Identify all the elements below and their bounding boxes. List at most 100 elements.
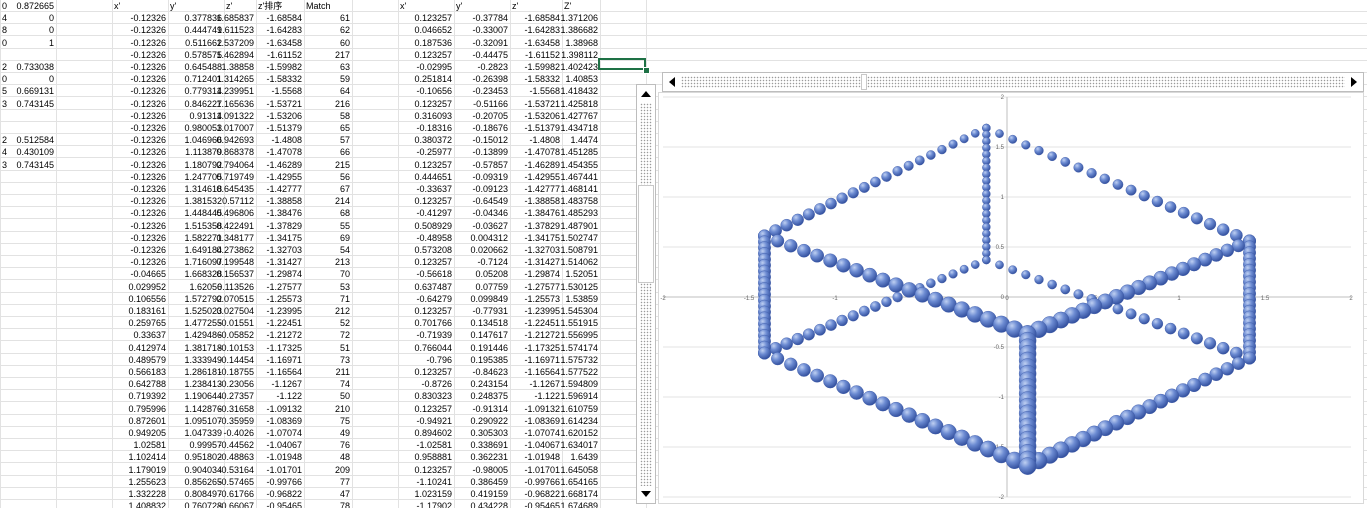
column-header[interactable]: z' [512,0,564,12]
table-cell[interactable]: -0.44475 [454,49,508,61]
table-cell[interactable]: -0.71939 [398,329,452,341]
table-cell[interactable]: 0.248375 [454,390,508,402]
cell-b[interactable]: 0.512584 [0,134,54,146]
table-cell[interactable]: 1.508791 [558,244,598,256]
table-cell[interactable]: 212 [304,305,350,317]
arrow-down-icon[interactable] [637,486,655,502]
table-cell[interactable]: 1.4474 [558,134,598,146]
table-cell[interactable]: -0.64549 [454,195,508,207]
table-cell[interactable]: -0.14454 [200,354,254,366]
vertical-scrollbar[interactable] [636,84,656,504]
table-cell[interactable]: 1.102414 [112,451,166,463]
table-cell[interactable]: -1.42955 [256,171,302,183]
table-cell[interactable]: 60 [304,37,350,49]
table-cell[interactable]: 0.412974 [112,342,166,354]
table-cell[interactable]: -0.12326 [112,85,166,97]
table-cell[interactable]: 1.551915 [558,317,598,329]
scatter-chart[interactable]: -2-1.5-1-0.500.511.5221.510.50-0.5-1-1.5… [658,92,1364,504]
table-cell[interactable]: -0.01551 [200,317,254,329]
table-cell[interactable]: -0.05852 [200,329,254,341]
table-cell[interactable]: -0.33637 [398,183,452,195]
table-cell[interactable]: 1.614234 [558,415,598,427]
table-cell[interactable]: 1.017007 [200,122,254,134]
table-cell[interactable]: 0.123257 [398,403,452,415]
table-cell[interactable]: 0.187536 [398,37,452,49]
table-cell[interactable]: -1.09132 [508,403,560,415]
table-cell[interactable]: 51 [304,342,350,354]
table-cell[interactable]: 0.07759 [454,281,508,293]
table-cell[interactable]: -1.01701 [256,464,302,476]
table-cell[interactable]: -1.29874 [256,268,302,280]
table-cell[interactable]: -1.1267 [256,378,302,390]
table-cell[interactable]: -0.20705 [454,110,508,122]
table-cell[interactable]: -1.46289 [508,159,560,171]
table-cell[interactable]: 1.427767 [558,110,598,122]
table-cell[interactable]: -0.12326 [112,49,166,61]
table-cell[interactable]: 56 [304,171,350,183]
table-cell[interactable]: 1.514062 [558,256,598,268]
table-cell[interactable]: -1.5568 [508,85,560,97]
cell-b[interactable]: 1 [0,37,54,49]
table-cell[interactable]: -0.12326 [112,61,166,73]
table-cell[interactable]: -1.08369 [508,415,560,427]
table-cell[interactable]: 0.422491 [200,220,254,232]
table-cell[interactable]: 68 [304,207,350,219]
table-cell[interactable]: 69 [304,232,350,244]
cell-b[interactable]: 0.743145 [0,159,54,171]
table-cell[interactable]: 0.642788 [112,378,166,390]
table-cell[interactable]: 0.719749 [200,171,254,183]
table-cell[interactable]: 0.273862 [200,244,254,256]
table-cell[interactable]: 0.046652 [398,24,452,36]
table-cell[interactable]: 65 [304,122,350,134]
table-cell[interactable]: -0.26398 [454,73,508,85]
table-cell[interactable]: -1.22451 [256,317,302,329]
table-cell[interactable]: 54 [304,244,350,256]
table-cell[interactable]: 1.483758 [558,195,598,207]
table-cell[interactable]: 0.830323 [398,390,452,402]
table-cell[interactable]: 1.434718 [558,122,598,134]
table-cell[interactable]: -1.27577 [256,281,302,293]
table-cell[interactable]: -1.07074 [256,427,302,439]
table-cell[interactable]: 1.594809 [558,378,598,390]
table-cell[interactable]: 76 [304,439,350,451]
table-cell[interactable]: -0.12326 [112,12,166,24]
table-cell[interactable]: -0.37784 [454,12,508,24]
table-cell[interactable]: 0.290922 [454,415,508,427]
table-cell[interactable]: -0.32091 [454,37,508,49]
table-cell[interactable]: -1.53721 [508,98,560,110]
table-cell[interactable]: -0.23453 [454,85,508,97]
table-cell[interactable]: -1.37829 [256,220,302,232]
table-cell[interactable]: -1.31427 [256,256,302,268]
table-cell[interactable]: 49 [304,427,350,439]
table-cell[interactable]: 0.123257 [398,12,452,24]
table-cell[interactable]: -0.64279 [398,293,452,305]
table-cell[interactable]: 0.645435 [200,183,254,195]
table-cell[interactable]: -1.38858 [508,195,560,207]
table-cell[interactable]: -1.58332 [508,73,560,85]
table-cell[interactable]: 0.05208 [454,268,508,280]
table-cell[interactable]: 53 [304,281,350,293]
table-cell[interactable]: -0.31658 [200,403,254,415]
table-cell[interactable]: 1.467441 [558,171,598,183]
table-cell[interactable]: -1.68584 [256,12,302,24]
table-cell[interactable]: -0.12326 [112,256,166,268]
table-cell[interactable]: 1.556995 [558,329,598,341]
cell-b[interactable]: 0.733038 [0,61,54,73]
table-cell[interactable]: -0.94921 [398,415,452,427]
table-cell[interactable]: 1.634017 [558,439,598,451]
table-cell[interactable]: 1.408832 [112,500,166,508]
table-cell[interactable]: -1.21272 [508,329,560,341]
cell-b[interactable]: 0 [0,24,54,36]
table-cell[interactable]: 71 [304,293,350,305]
table-cell[interactable]: -0.95465 [508,500,560,508]
table-cell[interactable]: -1.63458 [508,37,560,49]
cell-b[interactable]: 0.743145 [0,98,54,110]
cell-b[interactable]: 0.430109 [0,146,54,158]
table-cell[interactable]: -1.4808 [256,134,302,146]
table-cell[interactable]: 70 [304,268,350,280]
table-cell[interactable]: -0.12326 [112,73,166,85]
table-cell[interactable]: -0.10656 [398,85,452,97]
table-cell[interactable]: 0.33637 [112,329,166,341]
table-cell[interactable]: -0.4026 [200,427,254,439]
table-cell[interactable]: -0.18676 [454,122,508,134]
